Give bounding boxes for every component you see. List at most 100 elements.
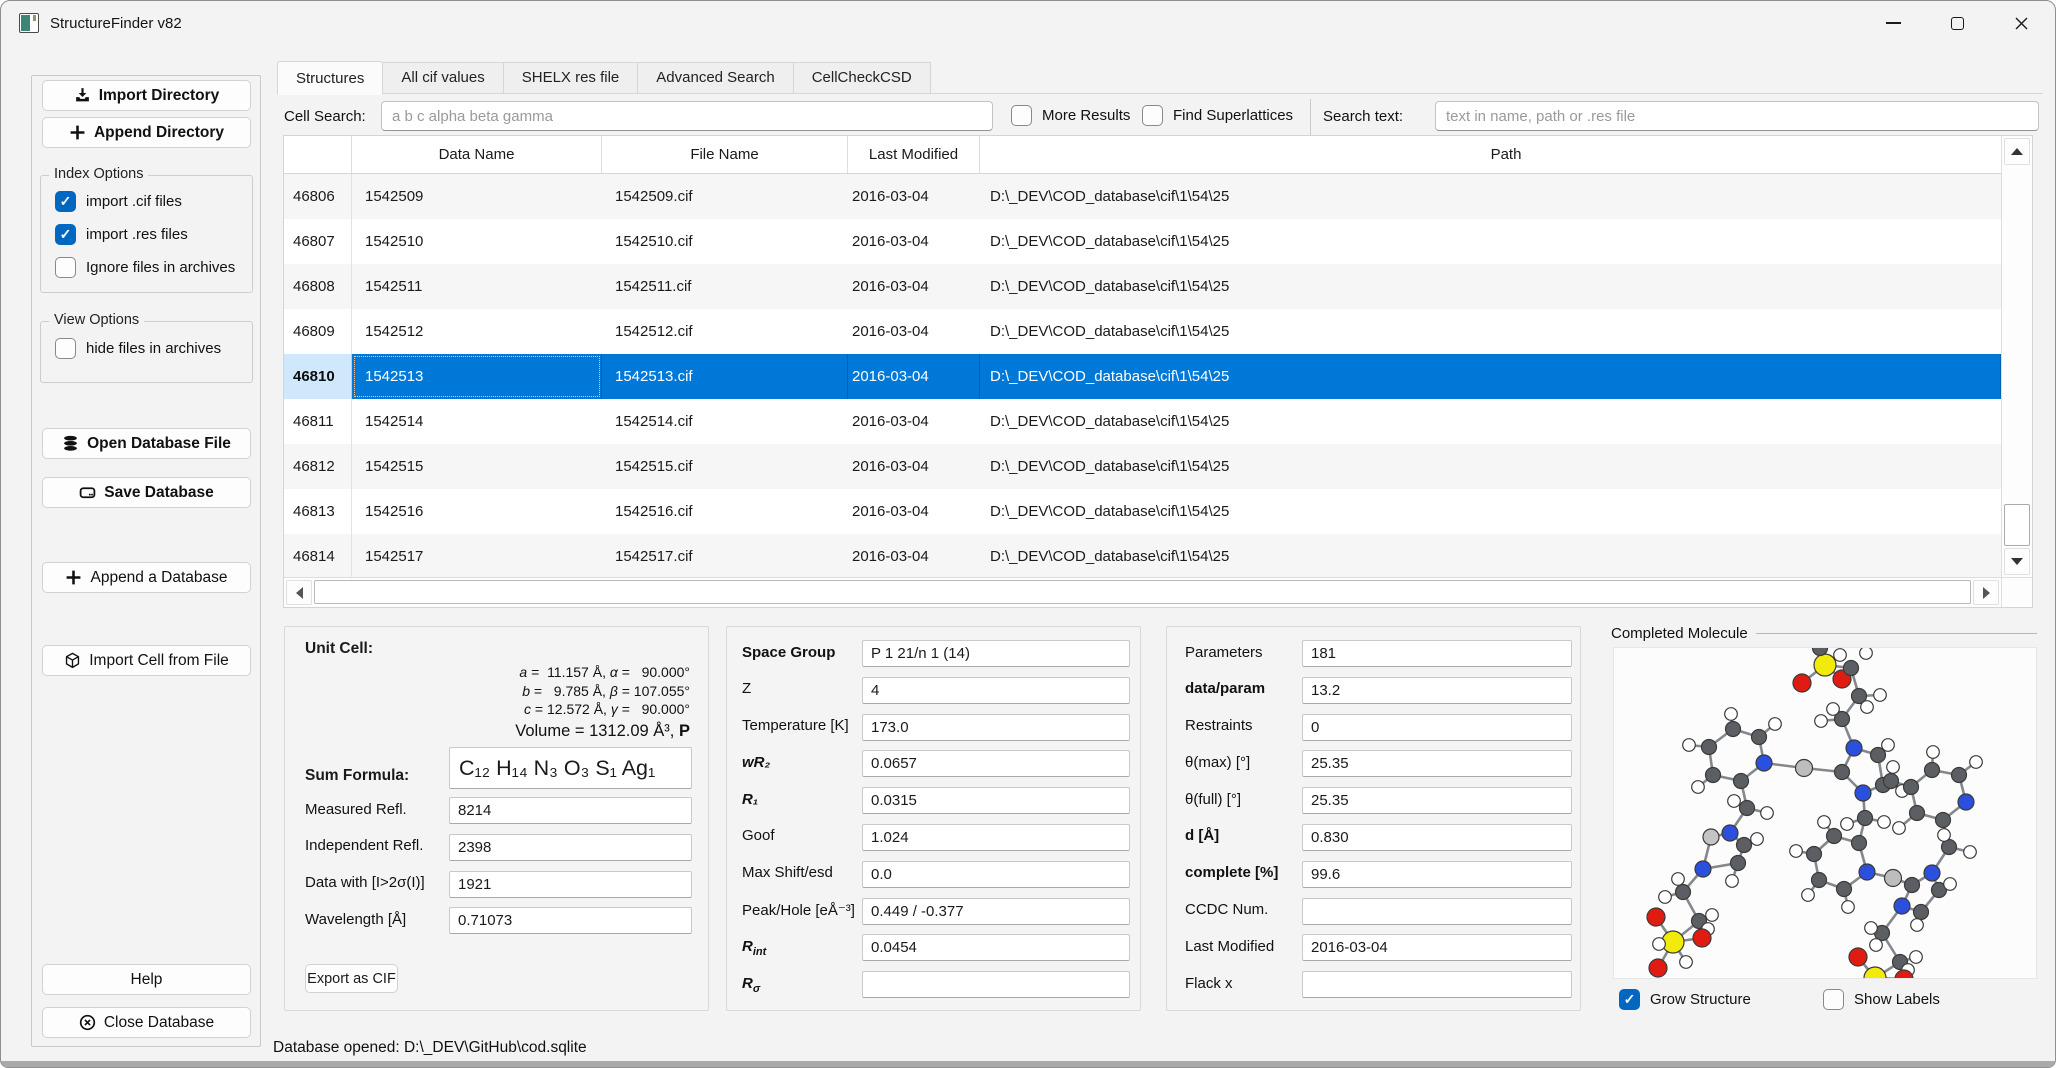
cell-file-name[interactable]: 1542511.cif — [602, 264, 848, 309]
checkbox-row[interactable]: hide files in archives — [55, 338, 246, 359]
import-directory-button[interactable]: Import Directory — [42, 80, 251, 111]
table-row[interactable]: 46809 1542512 1542512.cif 2016-03-04 D:\… — [284, 309, 2001, 354]
help-button[interactable]: Help — [42, 964, 251, 995]
cell-file-name[interactable]: 1542515.cif — [602, 444, 848, 489]
cell-file-name[interactable]: 1542509.cif — [602, 174, 848, 219]
minimize-button[interactable] — [1861, 1, 1925, 45]
scroll-up-button[interactable] — [2004, 138, 2030, 165]
cell-data-name[interactable]: 1542516 — [352, 489, 602, 534]
property-value-field[interactable]: 0.449 / -0.377 — [862, 898, 1130, 925]
cell-path[interactable]: D:\_DEV\COD_database\cif\1\54\25 — [980, 264, 2001, 309]
property-value-field[interactable]: 0.0315 — [862, 787, 1130, 814]
property-value-field[interactable]: 13.2 — [1302, 677, 1572, 704]
cell-data-name[interactable]: 1542511 — [352, 264, 602, 309]
cell-file-name[interactable]: 1542512.cif — [602, 309, 848, 354]
tab[interactable]: CellCheckCSD — [794, 62, 931, 94]
header-path[interactable]: Path — [980, 136, 2032, 173]
tab[interactable]: SHELX res file — [504, 62, 639, 94]
table-row[interactable]: 46812 1542515 1542515.cif 2016-03-04 D:\… — [284, 444, 2001, 489]
cell-last-modified[interactable]: 2016-03-04 — [848, 309, 980, 354]
show-labels-checkbox[interactable]: Show Labels — [1823, 989, 1940, 1010]
property-value-field[interactable]: 0.0 — [862, 861, 1130, 888]
property-value-field[interactable]: 173.0 — [862, 714, 1130, 741]
vertical-scrollbar[interactable] — [2001, 136, 2032, 577]
tab[interactable]: All cif values — [383, 62, 503, 94]
scroll-down-button[interactable] — [2004, 548, 2030, 575]
sum-formula-field[interactable]: C₁₂ H₁₄ N₃ O₃ S₁ Ag₁ — [449, 747, 692, 789]
header-data-name[interactable]: Data Name — [352, 136, 602, 173]
table-row[interactable]: 46806 1542509 1542509.cif 2016-03-04 D:\… — [284, 174, 2001, 219]
horizontal-scrollbar[interactable] — [284, 577, 2001, 607]
property-value-field[interactable]: 0.830 — [1302, 824, 1572, 851]
cell-path[interactable]: D:\_DEV\COD_database\cif\1\54\25 — [980, 444, 2001, 489]
cell-last-modified[interactable]: 2016-03-04 — [848, 174, 980, 219]
horizontal-scrollbar-thumb[interactable] — [314, 580, 1971, 604]
property-value-field[interactable] — [862, 971, 1130, 998]
find-superlattices-checkbox[interactable]: Find Superlattices — [1142, 105, 1293, 126]
cell-data-name[interactable]: 1542512 — [352, 309, 602, 354]
cell-data-name[interactable]: 1542515 — [352, 444, 602, 489]
vertical-scrollbar-thumb[interactable] — [2004, 504, 2030, 546]
cell-file-name[interactable]: 1542510.cif — [602, 219, 848, 264]
tab[interactable]: Structures — [277, 61, 383, 95]
close-button[interactable] — [1989, 1, 2053, 45]
cell-last-modified[interactable]: 2016-03-04 — [848, 219, 980, 264]
append-database-button[interactable]: Append a Database — [42, 562, 251, 593]
property-value-field[interactable]: 0.0454 — [862, 934, 1130, 961]
property-value-field[interactable] — [1302, 971, 1572, 998]
cell-file-name[interactable]: 1542514.cif — [602, 399, 848, 444]
scroll-right-button[interactable] — [1973, 580, 1999, 605]
property-value-field[interactable]: 99.6 — [1302, 861, 1572, 888]
tab[interactable]: Advanced Search — [638, 62, 793, 94]
table-row[interactable]: 46811 1542514 1542514.cif 2016-03-04 D:\… — [284, 399, 2001, 444]
cell-data-name[interactable]: 1542510 — [352, 219, 602, 264]
property-value-field[interactable]: P 1 21/n 1 (14) — [862, 640, 1130, 667]
property-value-field[interactable]: 1.024 — [862, 824, 1130, 851]
checkbox-row[interactable]: import .cif files — [55, 191, 246, 212]
close-database-button[interactable]: Close Database — [42, 1007, 251, 1038]
property-value-field[interactable]: 4 — [862, 677, 1130, 704]
property-value-field[interactable]: 8214 — [449, 797, 692, 824]
table-row[interactable]: 46807 1542510 1542510.cif 2016-03-04 D:\… — [284, 219, 2001, 264]
more-results-checkbox[interactable]: More Results — [1011, 105, 1130, 126]
property-value-field[interactable] — [1302, 898, 1572, 925]
cell-path[interactable]: D:\_DEV\COD_database\cif\1\54\25 — [980, 399, 2001, 444]
property-value-field[interactable]: 25.35 — [1302, 787, 1572, 814]
grow-structure-checkbox[interactable]: Grow Structure — [1619, 989, 1823, 1010]
cell-path[interactable]: D:\_DEV\COD_database\cif\1\54\25 — [980, 219, 2001, 264]
header-row-number[interactable] — [284, 136, 352, 173]
property-value-field[interactable]: 0 — [1302, 714, 1572, 741]
cell-last-modified[interactable]: 2016-03-04 — [848, 534, 980, 577]
cell-search-input[interactable] — [381, 101, 993, 131]
molecule-canvas[interactable] — [1613, 647, 2037, 979]
cell-last-modified[interactable]: 2016-03-04 — [848, 264, 980, 309]
cell-file-name[interactable]: 1542516.cif — [602, 489, 848, 534]
cell-last-modified[interactable]: 2016-03-04 — [848, 399, 980, 444]
property-value-field[interactable]: 181 — [1302, 640, 1572, 667]
append-directory-button[interactable]: Append Directory — [42, 117, 251, 148]
header-file-name[interactable]: File Name — [602, 136, 848, 173]
search-text-input[interactable] — [1435, 101, 2039, 131]
cell-path[interactable]: D:\_DEV\COD_database\cif\1\54\25 — [980, 489, 2001, 534]
cell-file-name[interactable]: 1542517.cif — [602, 534, 848, 577]
checkbox-row[interactable]: import .res files — [55, 224, 246, 245]
cell-data-name[interactable]: 1542517 — [352, 534, 602, 577]
table-row[interactable]: 46814 1542517 1542517.cif 2016-03-04 D:\… — [284, 534, 2001, 577]
cell-path[interactable]: D:\_DEV\COD_database\cif\1\54\25 — [980, 174, 2001, 219]
checkbox-row[interactable]: Ignore files in archives — [55, 257, 246, 278]
cell-data-name[interactable]: 1542513 — [352, 354, 602, 399]
cell-last-modified[interactable]: 2016-03-04 — [848, 444, 980, 489]
export-cif-button[interactable]: Export as CIF — [305, 964, 398, 993]
table-row[interactable]: 46808 1542511 1542511.cif 2016-03-04 D:\… — [284, 264, 2001, 309]
scroll-left-button[interactable] — [286, 580, 312, 605]
table-row[interactable]: 46810 1542513 1542513.cif 2016-03-04 D:\… — [284, 354, 2001, 399]
import-cell-button[interactable]: Import Cell from File — [42, 645, 251, 676]
property-value-field[interactable]: 1921 — [449, 871, 692, 898]
table-row[interactable]: 46813 1542516 1542516.cif 2016-03-04 D:\… — [284, 489, 2001, 534]
property-value-field[interactable]: 2016-03-04 — [1302, 934, 1572, 961]
cell-last-modified[interactable]: 2016-03-04 — [848, 489, 980, 534]
property-value-field[interactable]: 0.71073 — [449, 907, 692, 934]
cell-path[interactable]: D:\_DEV\COD_database\cif\1\54\25 — [980, 354, 2001, 399]
open-database-button[interactable]: Open Database File — [42, 428, 251, 459]
save-database-button[interactable]: Save Database — [42, 477, 251, 508]
